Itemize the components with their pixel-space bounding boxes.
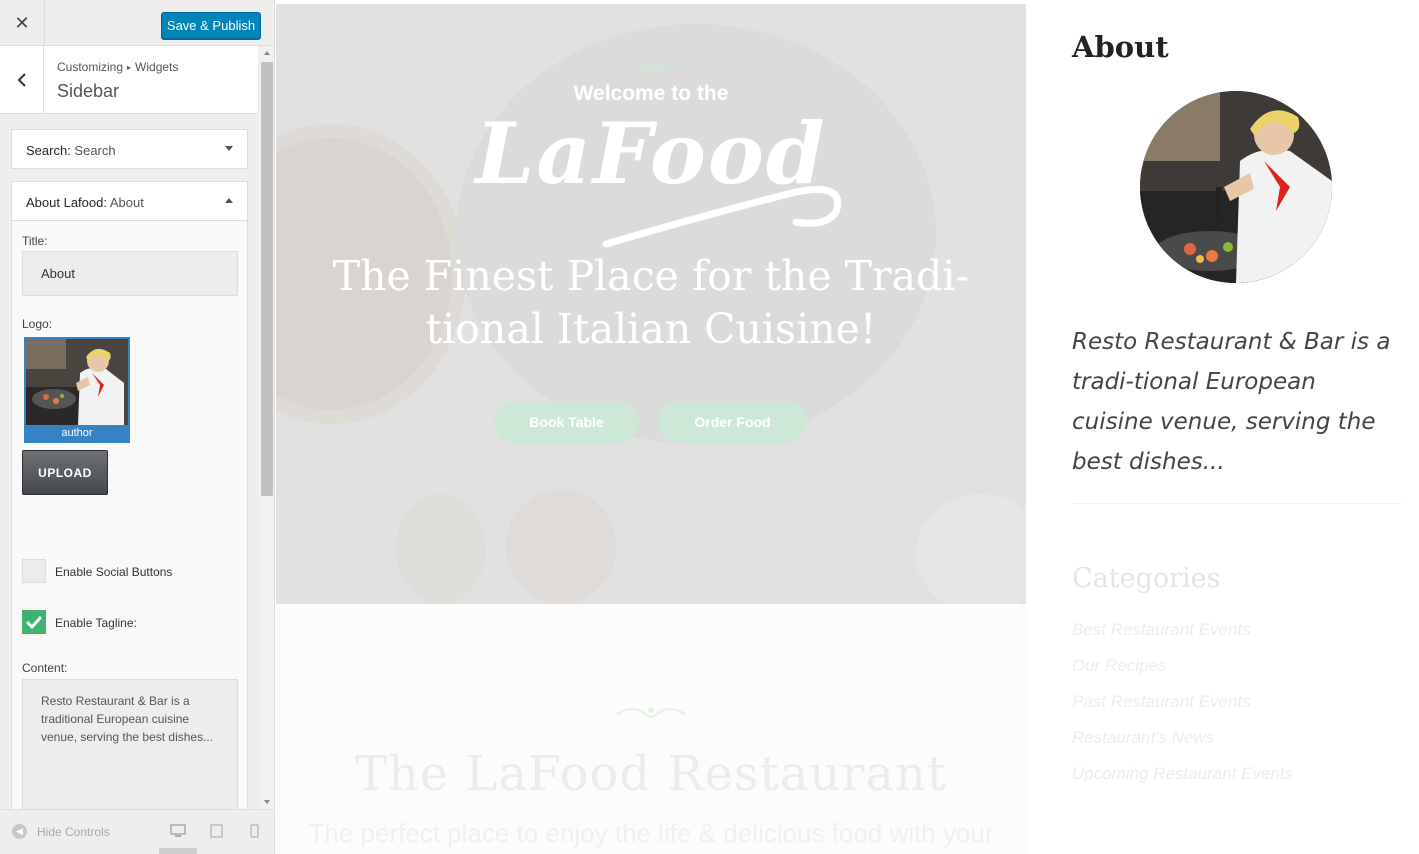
logo-caption: author bbox=[26, 425, 128, 441]
categories-list: Best Restaurant Events Our Recipes Past … bbox=[1072, 618, 1293, 798]
logo-label: Logo: bbox=[22, 317, 53, 331]
logo-swash-icon bbox=[602, 186, 841, 248]
scrollbar-thumb[interactable] bbox=[261, 62, 273, 496]
tagline-label: Enable Tagline: bbox=[55, 616, 137, 630]
category-link[interactable]: Restaurant's News bbox=[1072, 726, 1293, 762]
chef-image bbox=[26, 339, 128, 425]
upload-button[interactable]: UPLOAD bbox=[22, 450, 108, 495]
device-selected-indicator bbox=[159, 848, 197, 854]
expand-arrow-icon bbox=[225, 146, 233, 151]
chevron-left-icon bbox=[17, 72, 26, 87]
title-input[interactable] bbox=[22, 251, 238, 296]
chef-image bbox=[1140, 91, 1332, 283]
widget-about-form: Title: Logo: author UPLOAD bbox=[11, 221, 248, 809]
breadcrumb-separator: ▸ bbox=[127, 63, 132, 72]
widget-search-header[interactable]: Search: Search bbox=[11, 129, 248, 169]
widget-divider bbox=[1072, 503, 1402, 504]
preview-sidebar: About Resto Restaurant & Bar is a tradi-… bbox=[1026, 0, 1419, 854]
panel-scrollbar[interactable] bbox=[259, 46, 274, 809]
checkmark-icon bbox=[25, 615, 43, 630]
customizer-footer: ◀ Hide Controls bbox=[0, 809, 274, 854]
section-heading: The LaFood Restaurant bbox=[354, 746, 948, 802]
about-widget-text: Resto Restaurant & Bar is a tradi-tional… bbox=[1072, 329, 1391, 475]
category-link[interactable]: Our Recipes bbox=[1072, 654, 1293, 690]
order-food-button[interactable]: Order Food bbox=[658, 401, 807, 443]
breadcrumb: Customizing ▸ Widgets bbox=[57, 60, 178, 74]
collapse-arrow-icon bbox=[225, 198, 233, 203]
hero-section: Welcome to the LaFood The Finest Place f… bbox=[276, 4, 1026, 604]
tablet-icon[interactable] bbox=[210, 824, 223, 838]
mobile-icon[interactable] bbox=[250, 824, 259, 838]
widget-name: Search: bbox=[26, 143, 71, 158]
logo-thumbnail[interactable]: author bbox=[24, 337, 130, 443]
collapse-icon: ◀ bbox=[12, 824, 27, 839]
ornament-icon bbox=[615, 61, 687, 72]
scroll-up-arrow-icon[interactable] bbox=[264, 51, 270, 55]
tagline-checkbox[interactable] bbox=[22, 610, 46, 634]
widget-title: Search bbox=[70, 143, 116, 158]
social-buttons-checkbox[interactable] bbox=[22, 559, 46, 583]
about-photo bbox=[1140, 91, 1332, 283]
close-icon: ✕ bbox=[14, 12, 30, 33]
content-textarea[interactable]: Resto Restaurant & Bar is a traditional … bbox=[22, 679, 238, 809]
title-label: Title: bbox=[22, 234, 48, 248]
widget-title: About bbox=[106, 195, 144, 210]
hero-headline: The Finest Place for the Tradi-tional It… bbox=[332, 252, 970, 353]
social-buttons-label: Enable Social Buttons bbox=[55, 565, 173, 579]
save-publish-button[interactable]: Save & Publish bbox=[161, 12, 261, 39]
category-link[interactable]: Upcoming Restaurant Events bbox=[1072, 762, 1293, 798]
ornament-icon bbox=[616, 707, 686, 718]
widget-name: About Lafood: bbox=[26, 195, 107, 210]
intro-section: The LaFood Restaurant The perfect place … bbox=[276, 604, 1026, 854]
widget-about-header[interactable]: About Lafood: About bbox=[11, 181, 248, 221]
content-label: Content: bbox=[22, 661, 68, 675]
section-header: Customizing ▸ Widgets Sidebar bbox=[0, 46, 258, 114]
breadcrumb-current: Widgets bbox=[135, 60, 179, 74]
book-table-button[interactable]: Book Table bbox=[494, 401, 639, 443]
hide-controls-label: Hide Controls bbox=[37, 824, 110, 839]
section-subheading: The perfect place to enjoy the life & de… bbox=[308, 818, 994, 848]
desktop-icon[interactable] bbox=[170, 824, 186, 838]
scroll-down-arrow-icon[interactable] bbox=[264, 800, 270, 804]
about-widget-title: About bbox=[1072, 30, 1169, 64]
categories-widget-title: Categories bbox=[1072, 563, 1221, 594]
close-customizer-button[interactable]: ✕ bbox=[0, 0, 45, 46]
customizer-header: ✕ Save & Publish bbox=[0, 0, 274, 46]
customizer-controls: Customizing ▸ Widgets Sidebar Search: Sear… bbox=[0, 46, 258, 809]
customizer-panel: ✕ Save & Publish Customizing ▸ Widgets Sid… bbox=[0, 0, 275, 854]
breadcrumb-root: Customizing bbox=[57, 60, 124, 74]
hide-controls-button[interactable]: ◀ Hide Controls bbox=[12, 824, 110, 839]
back-button[interactable] bbox=[0, 46, 44, 113]
hero-welcome: Welcome to the bbox=[573, 82, 729, 105]
section-title: Sidebar bbox=[57, 81, 120, 101]
category-link[interactable]: Best Restaurant Events bbox=[1072, 618, 1293, 654]
category-link[interactable]: Past Restaurant Events bbox=[1072, 690, 1293, 726]
